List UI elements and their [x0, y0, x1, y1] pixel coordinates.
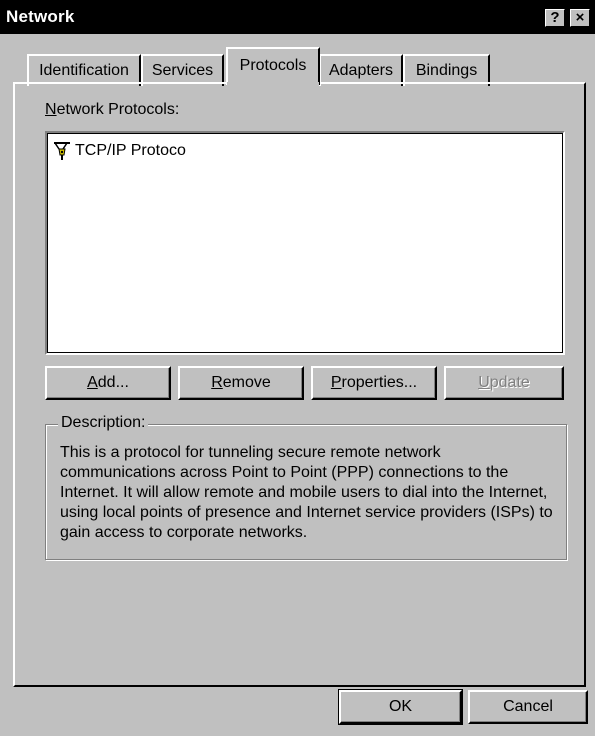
title-bar[interactable]: Network ? × — [0, 0, 595, 34]
tab-protocols[interactable]: Protocols — [226, 47, 320, 85]
cancel-button[interactable]: Cancel — [468, 690, 588, 724]
properties-button[interactable]: Properties... — [311, 366, 437, 400]
help-button[interactable]: ? — [545, 9, 565, 27]
list-item[interactable]: TCP/IP Protoco — [53, 141, 186, 161]
description-text: This is a protocol for tunneling secure … — [60, 444, 553, 541]
remove-button[interactable]: Remove — [178, 366, 304, 400]
protocols-listbox[interactable]: TCP/IP Protoco — [45, 131, 565, 355]
description-legend: Description: — [58, 414, 149, 432]
active-tab-join — [227, 82, 319, 85]
ok-button[interactable]: OK — [338, 689, 463, 725]
network-dialog: Network ? × Identification Services Prot… — [0, 0, 595, 736]
network-protocols-label: Network Protocols: — [45, 101, 180, 118]
update-button[interactable]: Update — [444, 366, 564, 400]
network-protocol-icon — [54, 142, 70, 160]
protocol-item-label: TCP/IP Protoco — [75, 142, 186, 159]
window-title: Network — [6, 7, 75, 26]
description-group: Description: This is a protocol for tunn… — [45, 414, 567, 560]
add-button[interactable]: Add... — [45, 366, 171, 400]
close-button[interactable]: × — [570, 9, 590, 27]
